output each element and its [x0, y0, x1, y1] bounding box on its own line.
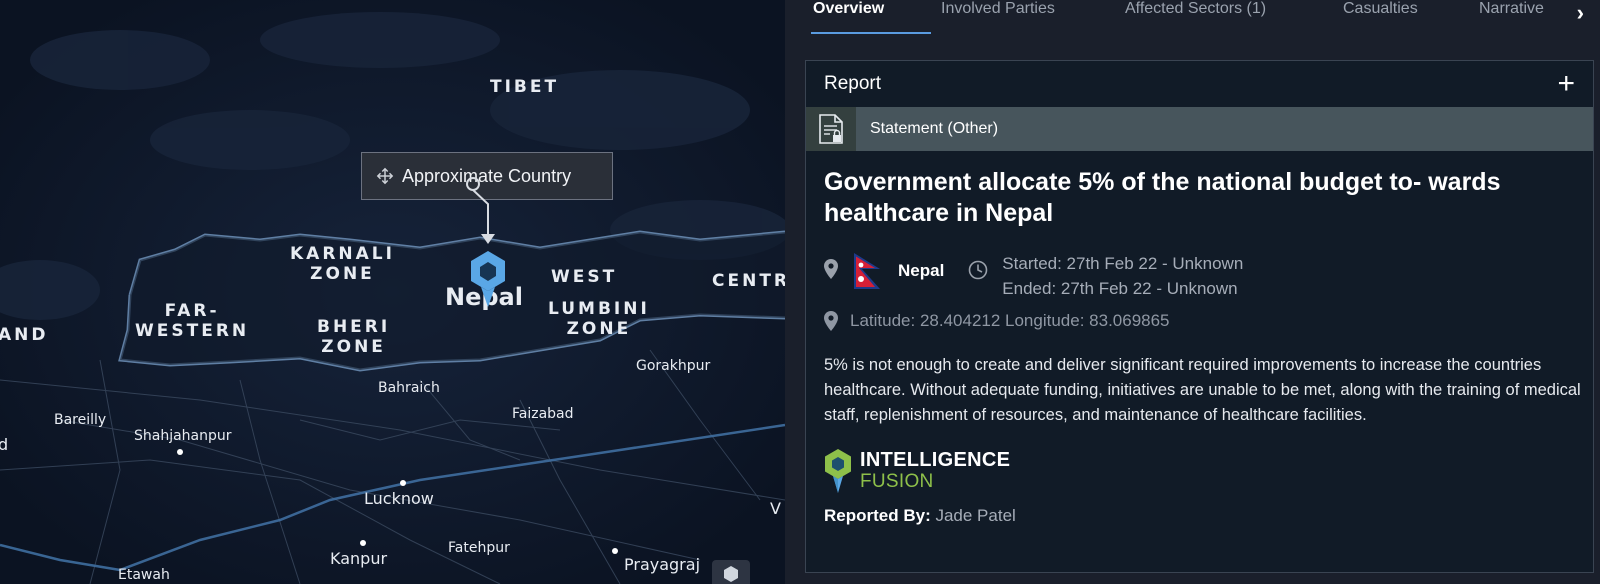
document-lock-icon [806, 107, 856, 151]
report-type-bar: Statement (Other) [806, 107, 1593, 151]
map-label-etawah: Etawah [118, 567, 170, 583]
plus-icon[interactable]: + [1557, 69, 1575, 99]
map-label-west: WEST [551, 267, 618, 287]
reported-by-label: Reported By: [824, 506, 931, 525]
clock-icon [968, 260, 988, 280]
started-date: Started: 27th Feb 22 - Unknown [1002, 254, 1244, 273]
tab-casualties[interactable]: Casualties [1343, 0, 1418, 38]
map-label-prayagraj: Prayagraj [624, 555, 701, 574]
logo-text-intelligence: INTELLIGENCE [860, 449, 1011, 471]
location-pin-icon [824, 311, 838, 331]
map-label-far-western: FAR- WESTERN [135, 301, 250, 341]
report-card: Report + Statement (Other) Government al… [805, 60, 1594, 573]
event-dates: Started: 27th Feb 22 - Unknown Ended: 27… [1002, 251, 1243, 301]
move-icon [376, 167, 394, 185]
report-description: 5% is not enough to create and deliver s… [824, 356, 1581, 424]
city-dot [177, 449, 183, 455]
card-title: Report [824, 73, 882, 94]
report-type-label: Statement (Other) [870, 120, 999, 137]
nepal-flag-icon [854, 253, 880, 289]
tab-involved-parties[interactable]: Involved Parties [941, 0, 1055, 38]
map-label-karnali-zone: KARNALI ZONE [290, 244, 395, 284]
intelligence-fusion-logo: INTELLIGENCE FUSION [824, 448, 1593, 494]
chevron-right-icon[interactable]: › [1572, 0, 1588, 26]
city-dot [400, 480, 406, 486]
map-label-bheri-zone: BHERI ZONE [317, 317, 391, 357]
map-label-bahraich: Bahraich [378, 380, 440, 396]
reported-by-name: Jade Patel [935, 506, 1016, 525]
tab-narrative[interactable]: Narrative [1479, 0, 1544, 38]
map-control-icon[interactable] [712, 560, 750, 584]
map-label-lucknow: Lucknow [364, 489, 434, 508]
map-label-tibet: TIBET [490, 77, 560, 97]
map-label-v: V [770, 499, 781, 518]
reported-by: Reported By: Jade Patel [824, 506, 1593, 526]
report-meta: Nepal Started: 27th Feb 22 - Unknown End… [824, 251, 1593, 301]
city-dot [360, 540, 366, 546]
coordinates-text: Latitude: 28.404212 Longitude: 83.069865 [850, 311, 1170, 330]
location-marker-icon[interactable] [468, 249, 508, 309]
logo-text-fusion: FUSION [860, 471, 934, 492]
map-label-shahjahanpur: Shahjahanpur [134, 428, 232, 444]
map-label-and: AND [0, 325, 49, 345]
map-label-faizabad: Faizabad [512, 406, 574, 422]
coordinates-row: Latitude: 28.404212 Longitude: 83.069865 [824, 311, 1593, 331]
tab-bar: Overview Involved Parties Affected Secto… [785, 0, 1600, 40]
details-panel: Overview Involved Parties Affected Secto… [785, 0, 1600, 584]
active-tab-indicator [811, 32, 931, 34]
map-label-gorakhpur: Gorakhpur [636, 358, 711, 374]
card-header: Report + [806, 61, 1593, 107]
map-label-kanpur: Kanpur [330, 549, 388, 568]
city-dot [612, 548, 618, 554]
map-label-fatehpur: Fatehpur [448, 540, 510, 556]
location-pin-icon [824, 259, 838, 279]
map-label-lumbini-zone: LUMBINI ZONE [548, 299, 650, 339]
country-name: Nepal [898, 261, 945, 280]
map-label-bareilly: Bareilly [54, 412, 107, 428]
tab-affected-sectors[interactable]: Affected Sectors (1) [1125, 0, 1266, 38]
intelligence-fusion-logo-icon [825, 449, 851, 493]
map-label-centre: CENTR [712, 271, 785, 291]
report-headline: Government allocate 5% of the national b… [824, 168, 1501, 227]
connector-arrow [466, 177, 495, 244]
map-view[interactable]: TIBET KARNALI ZONE WEST CENTR FAR- WESTE… [0, 0, 785, 584]
ended-date: Ended: 27th Feb 22 - Unknown [1002, 279, 1238, 298]
map-label-d: d [0, 435, 9, 454]
